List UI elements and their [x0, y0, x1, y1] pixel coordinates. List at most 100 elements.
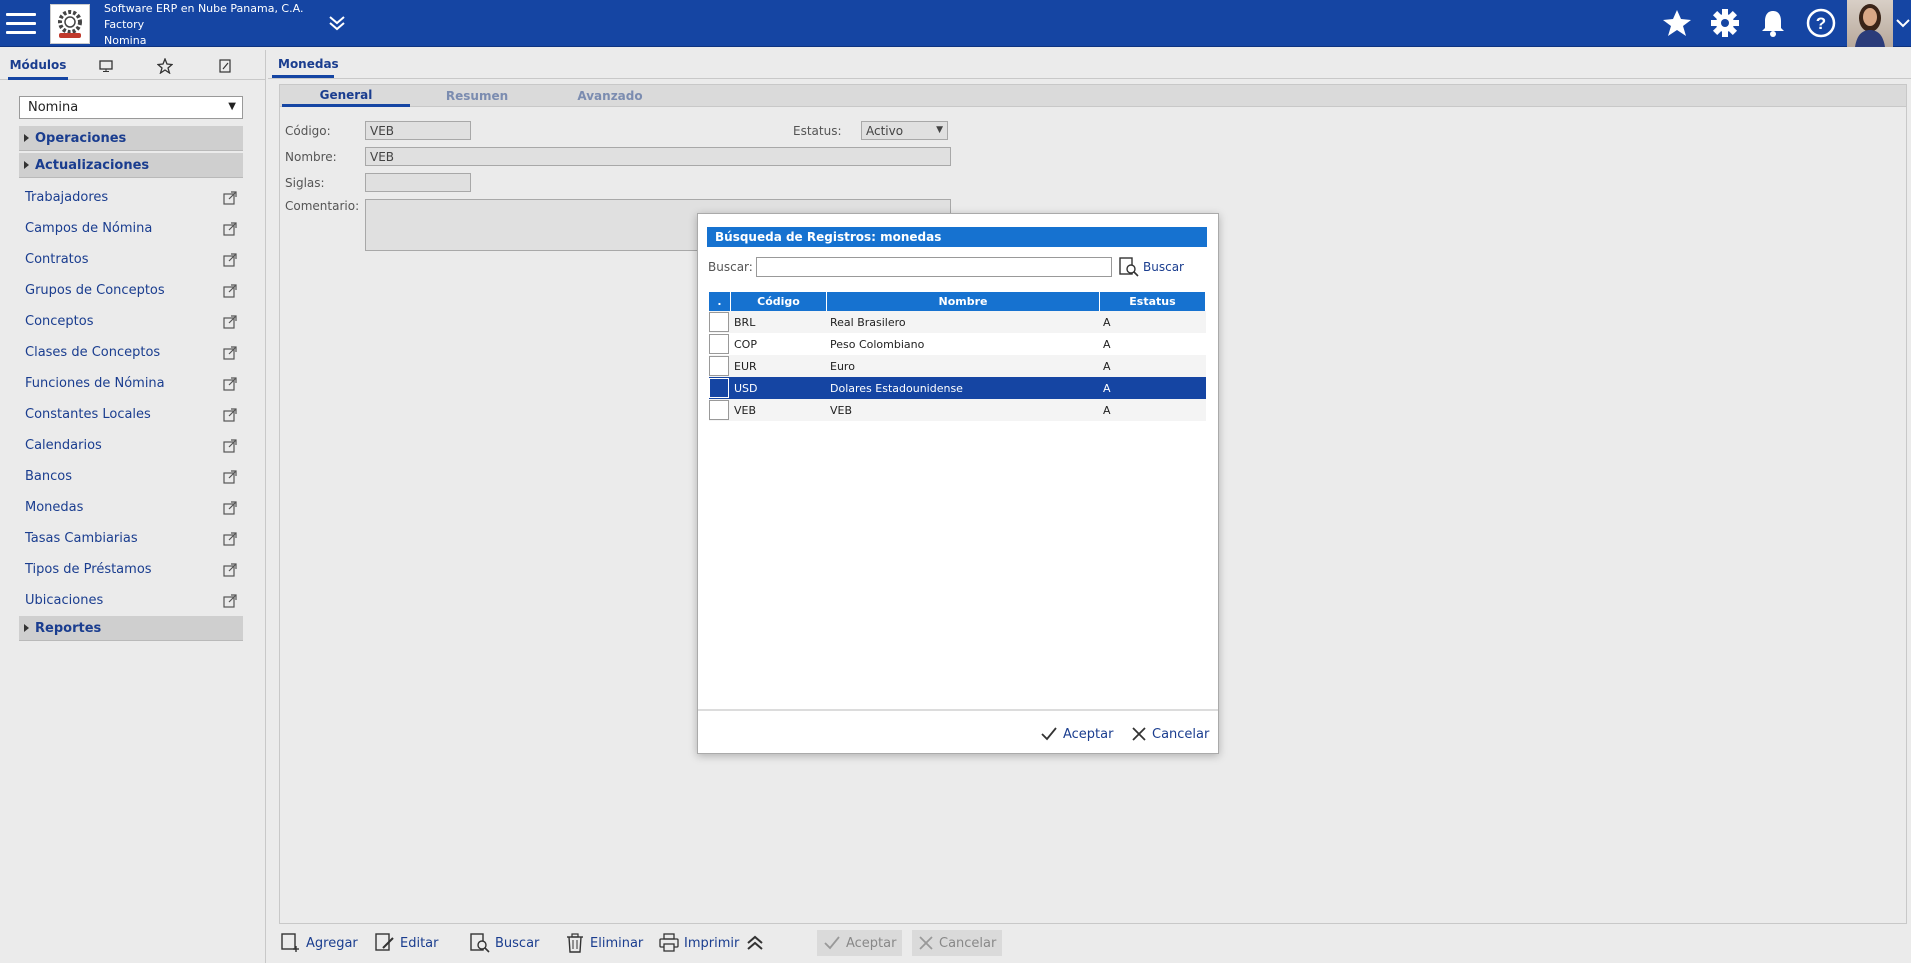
row-checkbox[interactable] [709, 355, 731, 377]
sidebar-item-tipos-prestamos[interactable]: Tipos de Préstamos [25, 562, 239, 582]
edit-doc-icon[interactable] [213, 52, 237, 80]
eliminar-label: Eliminar [590, 935, 644, 951]
close-icon [919, 936, 933, 950]
sidebar-item-label: Trabajadores [25, 190, 109, 205]
row-checkbox[interactable] [709, 311, 731, 333]
column-header-estatus[interactable]: Estatus [1100, 292, 1206, 311]
sidebar-item-grupos-conceptos[interactable]: Grupos de Conceptos [25, 283, 239, 303]
buscar-label: Buscar [495, 935, 540, 951]
sidebar-item-label: Contratos [25, 252, 89, 267]
cancelar-button[interactable]: Cancelar [912, 930, 1003, 956]
column-header-codigo[interactable]: Código [731, 292, 827, 311]
sidebar-tabs: Módulos [0, 52, 266, 80]
nombre-field[interactable]: VEB [365, 147, 951, 166]
estatus-select[interactable]: Activo ▼ [861, 121, 948, 140]
caret-right-icon [24, 624, 29, 632]
sidebar-item-calendarios[interactable]: Calendarios [25, 438, 239, 458]
external-link-icon [223, 315, 237, 329]
external-link-icon [223, 563, 237, 577]
company-info: Software ERP en Nube Panama, C.A. Factor… [104, 1, 303, 49]
sidebar-item-contratos[interactable]: Contratos [25, 252, 239, 272]
search-button[interactable]: Buscar [1119, 256, 1184, 278]
search-input[interactable] [756, 257, 1112, 277]
sidebar-item-label: Funciones de Nómina [25, 376, 165, 391]
bell-icon[interactable] [1757, 7, 1789, 39]
tab-modulos[interactable]: Módulos [8, 52, 68, 80]
siglas-label: Siglas: [285, 176, 325, 190]
sidebar-item-label: Tipos de Préstamos [25, 562, 152, 577]
external-link-icon [223, 501, 237, 515]
user-avatar[interactable] [1847, 0, 1893, 47]
row-checkbox[interactable] [709, 377, 731, 399]
dialog-title: Búsqueda de Registros: monedas [707, 227, 1207, 247]
cell-nombre: Peso Colombiano [830, 337, 925, 351]
module-select[interactable]: Nomina ▼ [19, 96, 243, 119]
aceptar-button[interactable]: Aceptar [817, 930, 903, 956]
search-label: Buscar: [708, 260, 753, 274]
cell-codigo: USD [734, 381, 758, 395]
external-link-icon [223, 532, 237, 546]
section-reportes[interactable]: Reportes [19, 616, 243, 641]
cell-estatus: A [1103, 337, 1111, 351]
dialog-cancel-button[interactable]: Cancelar [1131, 723, 1209, 745]
sidebar-item-campos-nomina[interactable]: Campos de Nómina [25, 221, 239, 241]
sidebar-item-conceptos[interactable]: Conceptos [25, 314, 239, 334]
codigo-field[interactable]: VEB [365, 121, 471, 140]
tab-general[interactable]: General [282, 85, 410, 107]
buscar-button[interactable]: Buscar [470, 930, 539, 956]
cell-estatus: A [1103, 403, 1111, 417]
agregar-label: Agregar [306, 935, 358, 951]
column-header-nombre[interactable]: Nombre [827, 292, 1100, 311]
section-operaciones[interactable]: Operaciones [19, 126, 243, 151]
dialog-accept-button[interactable]: Aceptar [1040, 723, 1113, 745]
help-icon[interactable]: ? [1805, 7, 1837, 39]
sidebar-item-monedas[interactable]: Monedas [25, 500, 239, 520]
table-row[interactable]: VEB VEB A [709, 399, 1206, 421]
cell-estatus: A [1103, 381, 1111, 395]
divider [698, 709, 1218, 711]
cell-nombre: Dolares Estadounidense [830, 381, 963, 395]
sidebar-item-label: Clases de Conceptos [25, 345, 161, 360]
sidebar-item-tasas-cambiarias[interactable]: Tasas Cambiarias [25, 531, 239, 551]
sidebar-item-label: Campos de Nómina [25, 221, 153, 236]
table-row[interactable]: COP Peso Colombiano A [709, 333, 1206, 355]
sidebar-item-constantes-locales[interactable]: Constantes Locales [25, 407, 239, 427]
cell-codigo: COP [734, 337, 757, 351]
tab-avanzado[interactable]: Avanzado [546, 85, 674, 107]
table-row[interactable]: BRL Real Brasilero A [709, 311, 1206, 333]
row-checkbox[interactable] [709, 333, 731, 355]
menu-icon[interactable] [6, 9, 38, 37]
svg-text:?: ? [1816, 14, 1826, 33]
table-row[interactable]: EUR Euro A [709, 355, 1206, 377]
sidebar-item-clases-conceptos[interactable]: Clases de Conceptos [25, 345, 239, 365]
imprimir-button[interactable]: Imprimir [659, 930, 739, 956]
section-actualizaciones[interactable]: Actualizaciones [19, 153, 243, 178]
monitor-icon[interactable] [94, 52, 118, 80]
external-link-icon [223, 439, 237, 453]
comentario-label: Comentario: [285, 199, 360, 213]
sidebar-item-funciones-nomina[interactable]: Funciones de Nómina [25, 376, 239, 396]
external-link-icon [223, 377, 237, 391]
tab-monedas[interactable]: Monedas [272, 52, 339, 78]
table-row-selected[interactable]: USD Dolares Estadounidense A [709, 377, 1206, 399]
editar-button[interactable]: Editar [375, 930, 439, 956]
row-checkbox[interactable] [709, 399, 731, 421]
chevrons-down-icon[interactable] [326, 12, 348, 34]
sidebar-item-bancos[interactable]: Bancos [25, 469, 239, 489]
section-label: Actualizaciones [35, 158, 150, 173]
sidebar-item-ubicaciones[interactable]: Ubicaciones [25, 593, 239, 613]
caret-down-icon: ▼ [936, 125, 943, 135]
agregar-button[interactable]: Agregar [281, 930, 358, 956]
search-button-label: Buscar [1143, 260, 1184, 274]
imprimir-label: Imprimir [684, 935, 740, 951]
eliminar-button[interactable]: Eliminar [565, 930, 643, 956]
star-icon[interactable] [1661, 7, 1693, 39]
external-link-icon [223, 408, 237, 422]
chevron-down-icon[interactable] [1895, 14, 1911, 32]
gear-icon[interactable] [1709, 7, 1741, 39]
siglas-field[interactable] [365, 173, 471, 192]
star-outline-icon[interactable] [153, 52, 177, 80]
chevrons-up-icon[interactable] [744, 930, 771, 956]
sidebar-item-trabajadores[interactable]: Trabajadores [25, 190, 239, 210]
tab-resumen[interactable]: Resumen [413, 85, 541, 107]
